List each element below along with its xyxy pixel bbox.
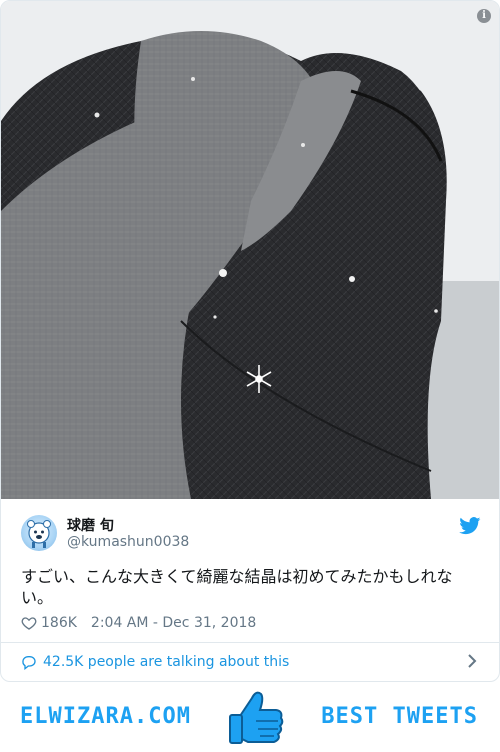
site-footer: ELWIZARA.COM BEST TWEETS: [0, 686, 500, 752]
heart-icon[interactable]: [21, 615, 37, 631]
tweet-photo[interactable]: i: [1, 1, 499, 499]
photo-scene: [1, 1, 499, 499]
like-count[interactable]: 186K: [41, 615, 77, 631]
avatar-bear-icon: [27, 520, 51, 548]
tweet-timestamp[interactable]: 2:04 AM - Dec 31, 2018: [91, 615, 256, 631]
best-tweets-label: BEST TWEETS: [321, 704, 478, 729]
site-name[interactable]: ELWIZARA.COM: [20, 704, 191, 729]
tweet-meta: 186K 2:04 AM - Dec 31, 2018: [21, 613, 256, 633]
user-handle[interactable]: @kumashun0038: [67, 534, 189, 550]
divider: [1, 642, 499, 643]
twitter-bird-icon[interactable]: [459, 517, 481, 535]
talking-about-link[interactable]: 42.5K people are talking about this: [21, 651, 481, 673]
embedded-tweet[interactable]: i 球磨 旬 @kumashun0038 すごい、こんな大きくて綺麗な結晶は初め…: [0, 0, 500, 682]
display-name[interactable]: 球磨 旬: [67, 515, 114, 535]
speech-bubble-icon: [22, 656, 36, 670]
tweet-text: すごい、こんな大きくて綺麗な結晶は初めてみたかもしれない。: [21, 567, 453, 607]
chevron-right-icon[interactable]: [467, 654, 477, 668]
avatar[interactable]: [21, 515, 57, 551]
talking-about-label[interactable]: 42.5K people are talking about this: [43, 654, 289, 670]
info-icon[interactable]: i: [477, 9, 491, 23]
tweet-author[interactable]: 球磨 旬 @kumashun0038: [21, 513, 481, 553]
thumbs-up-icon: [229, 691, 284, 744]
